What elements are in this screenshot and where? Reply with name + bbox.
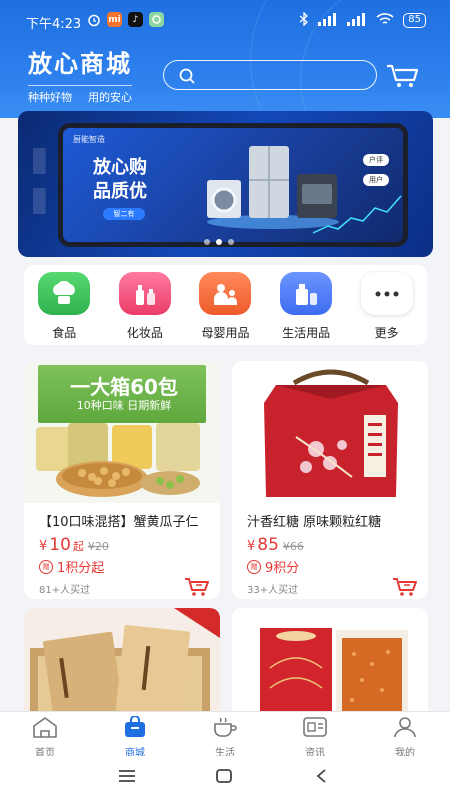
product-card[interactable]: 汁香红糖 原味颗粒红糖 ¥ 85 ¥66 赠 9积分 33+人买过 [232, 361, 428, 599]
product-price: ¥ 85 ¥66 [247, 535, 304, 555]
cosmetics-icon [118, 272, 171, 315]
points-reward: 赠 1积分起 [39, 557, 104, 576]
product-name: 汁香红糖 原味颗粒红糖 [247, 515, 382, 530]
product-image: 一大箱60包 10种口味 日期新鲜 [24, 361, 220, 503]
search-icon [178, 67, 196, 89]
nav-mall[interactable]: 商城 [90, 712, 180, 759]
home-button-icon[interactable] [215, 768, 233, 788]
tiktok-icon: ♪ [128, 12, 143, 27]
back-icon[interactable] [314, 768, 328, 788]
banner-tablet: 厨能智造 放心购 品质优 智二有 户评 用户 [58, 123, 408, 247]
price-currency: ¥ [39, 539, 48, 554]
brown-sugar-box-illustration [264, 369, 398, 497]
banner-tag: 用户 [363, 174, 389, 186]
nav-news[interactable]: 资讯 [270, 712, 360, 759]
banner-decoration: ▮ ▮ [30, 139, 49, 219]
profile-icon [393, 716, 417, 742]
home-icon [32, 716, 58, 742]
points-text: 1积分起 [57, 561, 105, 576]
category-baby[interactable]: 母婴用品 [185, 265, 266, 345]
slogan-right: 用的安心 [88, 91, 132, 104]
pager-dot[interactable] [228, 239, 234, 245]
header: 下午4:23 mi ♪ 85 放心商城 种种好物 用的安心 [0, 0, 450, 118]
gift-badge: 赠 [39, 559, 53, 574]
banner-pill: 智二有 [103, 208, 145, 220]
price-suffix: 起 [72, 540, 84, 553]
points-reward: 赠 9积分 [247, 557, 299, 576]
points-text: 9积分 [265, 561, 300, 576]
promo-banner[interactable]: ▮ ▮ 厨能智造 放心购 品质优 智二有 户评 用户 [18, 111, 433, 257]
app-icon [149, 12, 164, 27]
signal-icon [347, 12, 367, 29]
snack-bags-illustration [36, 423, 200, 497]
product-image [232, 608, 428, 718]
menu-icon[interactable] [118, 768, 136, 788]
food-icon [38, 272, 91, 315]
product-card[interactable]: 一大箱60包 10种口味 日期新鲜 【10口味混搭】蟹黄瓜子仁 ¥ 10 起 ¥… [24, 361, 220, 599]
battery-indicator: 85 [403, 13, 426, 28]
category-daily[interactable]: 生活用品 [266, 265, 347, 345]
category-label: 母婴用品 [201, 326, 250, 340]
original-price: ¥66 [282, 540, 304, 553]
news-icon [302, 716, 328, 742]
banner-tag: 户评 [363, 154, 389, 166]
nav-life[interactable]: 生活 [180, 712, 270, 759]
life-icon [211, 716, 239, 742]
add-to-cart-icon[interactable] [392, 577, 418, 599]
graph-decoration [313, 195, 402, 234]
sold-count: 33+人买过 [247, 585, 299, 596]
product-image-title: 一大箱60包 [70, 375, 178, 399]
brand: 放心商城 种种好物 用的安心 [28, 44, 132, 105]
alarm-icon [86, 12, 101, 27]
product-card[interactable] [24, 608, 220, 718]
status-time: 下午4:23 [26, 17, 82, 32]
wifi-icon [376, 12, 394, 29]
product-image [24, 608, 220, 718]
category-more[interactable]: 更多 [346, 265, 427, 345]
gift-box-illustration [30, 608, 220, 718]
banner-pager[interactable] [204, 239, 234, 245]
bottom-navigation: 首页 商城 生活 资讯 我的 [0, 711, 450, 759]
product-image-subtitle: 10种口味 日期新鲜 [76, 399, 172, 412]
category-label: 更多 [374, 326, 399, 340]
product-card[interactable] [232, 608, 428, 718]
price-value: 10 [49, 535, 71, 555]
pager-dot-active[interactable] [216, 239, 222, 245]
product-price: ¥ 10 起 ¥20 [39, 535, 109, 555]
banner-maker: 厨能智造 [73, 135, 105, 144]
add-to-cart-icon[interactable] [184, 577, 210, 599]
search-input[interactable] [163, 60, 377, 90]
pager-dot[interactable] [204, 239, 210, 245]
price-currency: ¥ [247, 539, 256, 554]
banner-headline: 放心购 [93, 157, 147, 178]
app-title: 放心商城 [28, 50, 132, 78]
mall-bag-icon [123, 715, 147, 742]
category-bar: 食品 化妆品 母婴用品 生活用品 更多 [24, 265, 427, 345]
baby-icon [199, 272, 252, 315]
original-price: ¥20 [87, 540, 109, 553]
category-label: 化妆品 [126, 326, 163, 340]
daily-goods-icon [280, 272, 333, 315]
product-name: 【10口味混搭】蟹黄瓜子仁 [39, 515, 199, 530]
cart-icon[interactable] [386, 64, 420, 92]
sold-count: 81+人买过 [39, 585, 91, 596]
category-label: 食品 [52, 326, 77, 340]
category-cosmetics[interactable]: 化妆品 [105, 265, 186, 345]
sugar-box-illustration [260, 628, 408, 718]
product-image [232, 361, 428, 503]
nav-home[interactable]: 首页 [0, 712, 90, 759]
mi-icon: mi [107, 12, 122, 27]
more-icon [360, 272, 413, 315]
bluetooth-icon [299, 11, 309, 29]
gift-badge: 赠 [247, 559, 261, 574]
system-navigation-bar [0, 756, 450, 800]
category-food[interactable]: 食品 [24, 265, 105, 345]
signal-icon [318, 12, 338, 29]
category-label: 生活用品 [282, 326, 331, 340]
status-bar: 下午4:23 mi ♪ 85 [0, 0, 450, 42]
slogan-left: 种种好物 [28, 91, 72, 104]
nav-profile[interactable]: 我的 [360, 712, 450, 759]
banner-headline: 品质优 [93, 181, 147, 202]
price-value: 85 [257, 535, 279, 555]
